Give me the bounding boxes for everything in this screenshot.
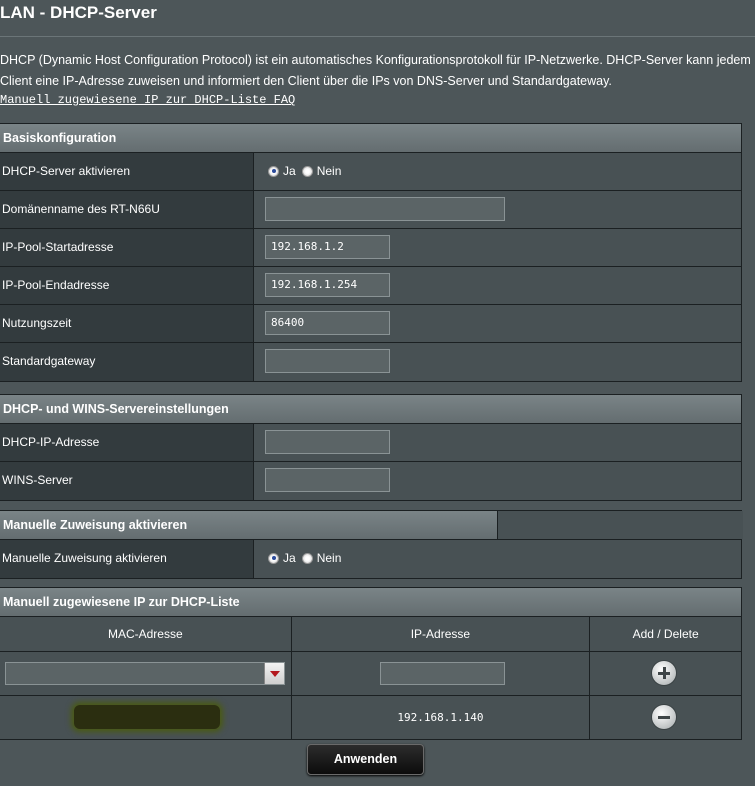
dropdown-arrow-icon[interactable] xyxy=(264,663,284,684)
wins-config-table: DHCP- und WINS-Servereinstellungen DHCP-… xyxy=(0,394,742,501)
redacted-mac-address xyxy=(74,705,220,729)
dhcp-enable-no-label: Nein xyxy=(316,164,342,178)
wins-label: WINS-Server xyxy=(0,462,254,500)
section-header-manual: Manuelle Zuweisung aktivieren xyxy=(0,511,743,540)
section-header-list: Manuell zugewiesene IP zur DHCP-Liste xyxy=(0,588,741,617)
pool-start-row: IP-Pool-Startadresse 192.168.1.2 xyxy=(0,229,741,267)
domain-input[interactable] xyxy=(265,197,505,221)
dns-input[interactable] xyxy=(265,430,390,454)
gateway-input[interactable] xyxy=(265,349,390,373)
pool-start-label: IP-Pool-Startadresse xyxy=(0,229,254,266)
dns-label: DHCP-IP-Adresse xyxy=(0,424,254,461)
gateway-row: Standardgateway xyxy=(0,343,741,381)
title-divider xyxy=(0,36,755,37)
header-filler xyxy=(497,511,743,539)
lease-input[interactable]: 86400 xyxy=(265,311,390,335)
pool-end-row: IP-Pool-Endadresse 192.168.1.254 xyxy=(0,267,741,305)
basic-config-table: Basiskonfiguration DHCP-Server aktiviere… xyxy=(0,123,742,382)
pool-end-input[interactable]: 192.168.1.254 xyxy=(265,273,390,297)
entry-ip-address: 192.168.1.140 xyxy=(397,711,484,724)
pool-end-label: IP-Pool-Endadresse xyxy=(0,267,254,304)
apply-button[interactable]: Anwenden xyxy=(307,744,424,775)
section-header-wins: DHCP- und WINS-Servereinstellungen xyxy=(0,395,741,424)
domain-label: Domänenname des RT-N66U xyxy=(0,191,254,228)
minus-circle-icon[interactable] xyxy=(652,705,677,729)
list-input-row xyxy=(0,652,741,696)
manual-enable-yes-radio[interactable] xyxy=(268,552,279,564)
dhcp-list-table: Manuell zugewiesene IP zur DHCP-Liste MA… xyxy=(0,587,742,740)
dhcp-enable-no-radio[interactable] xyxy=(301,165,313,177)
section-header-manual-text: Manuelle Zuweisung aktivieren xyxy=(3,518,188,532)
table-row: 192.168.1.140 xyxy=(0,696,741,739)
col-header-ip: IP-Adresse xyxy=(292,617,591,651)
faq-link[interactable]: Manuell zugewiesene IP zur DHCP-Liste FA… xyxy=(0,93,295,107)
domain-row: Domänenname des RT-N66U xyxy=(0,191,741,229)
dhcp-enable-yes-label: Ja xyxy=(283,164,296,178)
manual-assign-table: Manuelle Zuweisung aktivieren Manuelle Z… xyxy=(0,510,743,579)
plus-circle-icon[interactable] xyxy=(652,661,677,685)
lease-label: Nutzungszeit xyxy=(0,305,254,342)
section-header-basic: Basiskonfiguration xyxy=(0,124,741,153)
wins-input[interactable] xyxy=(265,468,390,492)
manual-enable-no-radio[interactable] xyxy=(301,552,313,564)
manual-enable-yes-label: Ja xyxy=(283,551,296,565)
dhcp-enable-row: DHCP-Server aktivieren Ja Nein xyxy=(0,153,741,191)
lease-row: Nutzungszeit 86400 xyxy=(0,305,741,343)
gateway-label: Standardgateway xyxy=(0,343,254,381)
col-header-action: Add / Delete xyxy=(632,627,699,641)
manual-enable-label: Manuelle Zuweisung aktivieren xyxy=(0,540,254,578)
dhcp-enable-label: DHCP-Server aktivieren xyxy=(0,153,254,190)
list-column-headers: MAC-Adresse IP-Adresse Add / Delete xyxy=(0,617,741,652)
manual-enable-row: Manuelle Zuweisung aktivieren Ja Nein xyxy=(0,540,741,578)
col-header-mac: MAC-Adresse xyxy=(0,617,292,651)
dns-row: DHCP-IP-Adresse xyxy=(0,424,741,462)
wins-row: WINS-Server xyxy=(0,462,741,500)
ip-address-input[interactable] xyxy=(379,662,505,685)
manual-enable-no-label: Nein xyxy=(316,551,342,565)
pool-start-input[interactable]: 192.168.1.2 xyxy=(265,235,390,259)
dhcp-enable-yes-radio[interactable] xyxy=(268,165,279,177)
page-description: DHCP (Dynamic Host Configuration Protoco… xyxy=(0,53,751,88)
mac-address-select[interactable] xyxy=(5,662,285,685)
page-title: LAN - DHCP-Server xyxy=(0,3,157,22)
